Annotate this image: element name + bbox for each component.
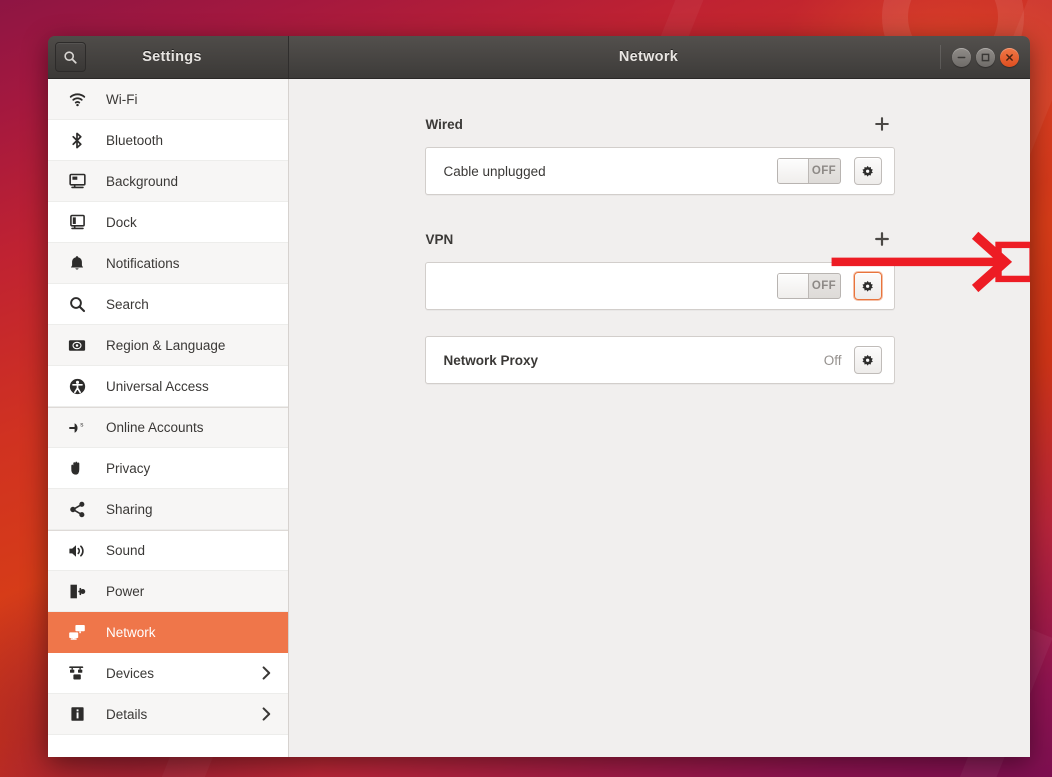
network-proxy-settings-button[interactable] bbox=[854, 346, 882, 374]
toggle-knob bbox=[778, 274, 809, 298]
network-proxy-row: Network Proxy Off bbox=[426, 337, 894, 383]
sidebar-item-label: Wi-Fi bbox=[106, 92, 137, 107]
chevron-right-icon bbox=[262, 707, 271, 721]
wired-status-label: Cable unplugged bbox=[444, 164, 777, 179]
wired-section-header: Wired bbox=[425, 111, 895, 137]
wired-toggle[interactable]: OFF bbox=[777, 158, 841, 184]
add-vpn-connection-button[interactable] bbox=[870, 227, 894, 251]
sidebar-item-label: Power bbox=[106, 584, 144, 599]
close-button[interactable] bbox=[1000, 48, 1019, 67]
sidebar-item-privacy[interactable]: Privacy bbox=[48, 448, 288, 489]
bell-icon bbox=[66, 255, 88, 272]
network-icon bbox=[66, 624, 88, 640]
wired-settings-button[interactable] bbox=[854, 157, 882, 185]
desktop-wallpaper: Settings Network bbox=[0, 0, 1052, 777]
sidebar-item-label: Universal Access bbox=[106, 379, 209, 394]
sidebar-item-sharing[interactable]: Sharing bbox=[48, 489, 288, 530]
network-proxy-label: Network Proxy bbox=[444, 353, 824, 368]
sidebar-item-notifications[interactable]: Notifications bbox=[48, 243, 288, 284]
vpn-card: OFF bbox=[425, 262, 895, 310]
toggle-state-label: OFF bbox=[809, 159, 840, 183]
red-highlight-box bbox=[999, 245, 1030, 279]
window-body: Wi-Fi Bluetooth bbox=[48, 79, 1030, 757]
wifi-icon bbox=[66, 91, 88, 108]
sidebar-item-power[interactable]: Power bbox=[48, 571, 288, 612]
sidebar-item-label: Dock bbox=[106, 215, 137, 230]
sidebar-item-label: Online Accounts bbox=[106, 420, 204, 435]
svg-text:s: s bbox=[80, 421, 83, 428]
sidebar-item-label: Sound bbox=[106, 543, 145, 558]
sidebar-item-sound[interactable]: Sound bbox=[48, 530, 288, 571]
sidebar-item-label: Background bbox=[106, 174, 178, 189]
minimize-button[interactable] bbox=[952, 48, 971, 67]
sidebar-item-online-accounts[interactable]: s Online Accounts bbox=[48, 407, 288, 448]
dock-icon bbox=[66, 214, 88, 230]
sidebar-item-label: Devices bbox=[106, 666, 154, 681]
titlebar-sidebar-section: Settings bbox=[48, 36, 289, 78]
network-settings-panel: Wired Cable unplugged bbox=[289, 79, 1030, 757]
vpn-row: OFF bbox=[426, 263, 894, 309]
vpn-toggle[interactable]: OFF bbox=[777, 273, 841, 299]
add-wired-connection-button[interactable] bbox=[870, 112, 894, 136]
sidebar-item-region-language[interactable]: Region & Language bbox=[48, 325, 288, 366]
sidebar-item-devices[interactable]: Devices bbox=[48, 653, 288, 694]
info-icon bbox=[66, 706, 88, 722]
vpn-settings-button[interactable] bbox=[854, 272, 882, 300]
window-titlebar: Settings Network bbox=[48, 36, 1030, 79]
search-button[interactable] bbox=[55, 42, 86, 72]
sidebar-item-label: Search bbox=[106, 297, 149, 312]
online-accounts-icon: s bbox=[66, 420, 88, 436]
sidebar-item-background[interactable]: Background bbox=[48, 161, 288, 202]
wired-section-title: Wired bbox=[426, 117, 463, 132]
sidebar-item-label: Bluetooth bbox=[106, 133, 163, 148]
vpn-section-header: VPN bbox=[425, 226, 895, 252]
settings-sidebar: Wi-Fi Bluetooth bbox=[48, 79, 289, 757]
sidebar-item-label: Notifications bbox=[106, 256, 180, 271]
power-plug-icon bbox=[66, 583, 88, 600]
settings-window: Settings Network bbox=[48, 36, 1030, 757]
maximize-button[interactable] bbox=[976, 48, 995, 67]
sidebar-item-dock[interactable]: Dock bbox=[48, 202, 288, 243]
wired-card: Cable unplugged OFF bbox=[425, 147, 895, 195]
sidebar-item-search[interactable]: Search bbox=[48, 284, 288, 325]
network-proxy-state: Off bbox=[824, 353, 842, 368]
hand-icon bbox=[66, 460, 88, 477]
chevron-right-icon bbox=[262, 666, 271, 680]
sidebar-item-label: Region & Language bbox=[106, 338, 225, 353]
sidebar-item-label: Network bbox=[106, 625, 156, 640]
bluetooth-icon bbox=[66, 132, 88, 149]
universal-access-icon bbox=[66, 378, 88, 395]
background-icon bbox=[66, 173, 88, 189]
wired-row: Cable unplugged OFF bbox=[426, 148, 894, 194]
devices-icon bbox=[66, 665, 88, 681]
network-proxy-card: Network Proxy Off bbox=[425, 336, 895, 384]
sidebar-item-wifi[interactable]: Wi-Fi bbox=[48, 79, 288, 120]
sidebar-item-details[interactable]: Details bbox=[48, 694, 288, 735]
vpn-section-title: VPN bbox=[426, 232, 454, 247]
window-controls bbox=[940, 36, 1019, 78]
toggle-knob bbox=[778, 159, 809, 183]
sidebar-item-label: Privacy bbox=[106, 461, 150, 476]
speaker-icon bbox=[66, 543, 88, 559]
toggle-state-label: OFF bbox=[809, 274, 840, 298]
sidebar-item-label: Details bbox=[106, 707, 147, 722]
sidebar-item-universal-access[interactable]: Universal Access bbox=[48, 366, 288, 407]
region-language-icon bbox=[66, 339, 88, 352]
sidebar-item-bluetooth[interactable]: Bluetooth bbox=[48, 120, 288, 161]
sidebar-item-label: Sharing bbox=[106, 502, 153, 517]
search-icon bbox=[66, 296, 88, 313]
app-title: Settings bbox=[86, 49, 288, 65]
page-title: Network bbox=[619, 49, 678, 65]
titlebar-main-section: Network bbox=[289, 36, 1030, 78]
share-icon bbox=[66, 501, 88, 518]
sidebar-item-network[interactable]: Network bbox=[48, 612, 288, 653]
